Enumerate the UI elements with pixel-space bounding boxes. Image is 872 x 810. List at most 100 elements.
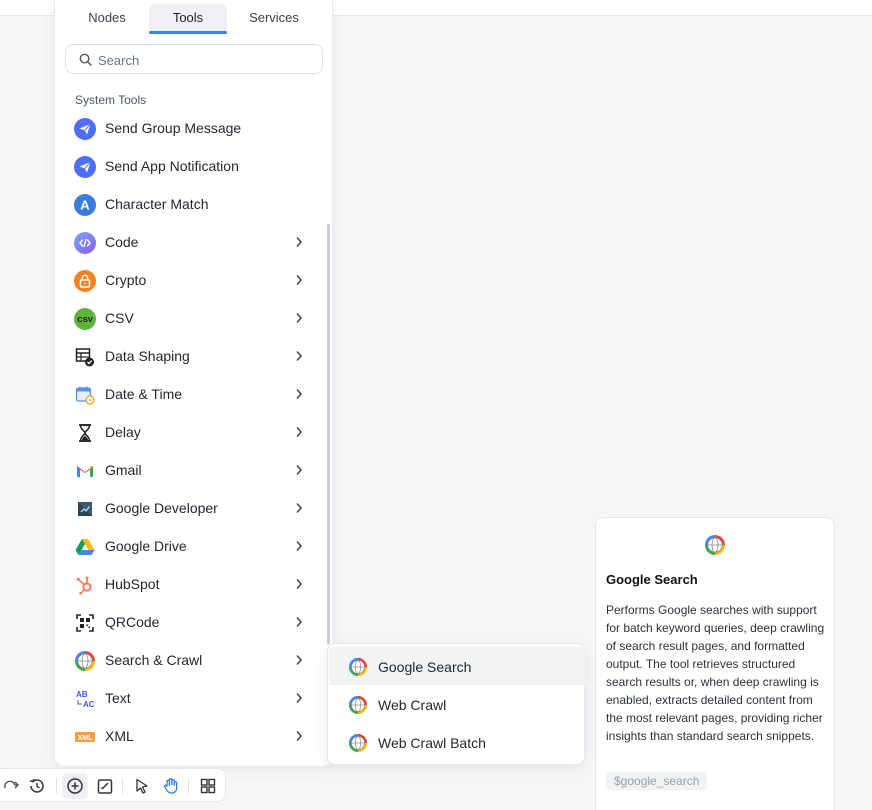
list-item-crypto[interactable]: Crypto [55, 261, 323, 299]
submenu-item-web-crawl[interactable]: Web Crawl [329, 685, 585, 723]
svg-text:CSV: CSV [77, 315, 92, 324]
list-item-label: Google Drive [105, 538, 187, 554]
list-item-code[interactable]: Code [55, 223, 323, 261]
list-item-label: Search & Crawl [105, 652, 203, 668]
send-app-notification-icon [74, 156, 96, 178]
google-developer-icon [78, 502, 92, 516]
list-item-label: Character Match [105, 196, 209, 212]
tab-tools[interactable]: Tools [149, 4, 227, 32]
cursor-icon [136, 778, 148, 794]
list-item-data-shaping[interactable]: Data Shaping [55, 337, 323, 375]
add-node-button[interactable] [62, 773, 88, 799]
grid-layout-icon [200, 778, 216, 794]
list-item-send-group-message[interactable]: Send Group Message [55, 109, 323, 147]
history-icon [29, 778, 44, 793]
chevron-right-icon [296, 579, 303, 589]
globe-icon [75, 651, 95, 671]
list-item-google-developer[interactable]: Google Developer [55, 489, 323, 527]
submenu-item-label: Google Search [378, 659, 472, 675]
chevron-right-icon [296, 503, 303, 513]
list-item-character-match[interactable]: A Character Match [55, 185, 323, 223]
tool-list: Send Group Message Send App Notification… [55, 109, 323, 755]
svg-text:A: A [80, 198, 90, 213]
list-item-hubspot[interactable]: HubSpot [55, 565, 323, 603]
svg-text:XML: XML [78, 735, 94, 742]
list-item-label: XML [105, 728, 134, 744]
calendar-icon [75, 386, 95, 405]
list-item-search-crawl[interactable]: Search & Crawl [55, 641, 323, 679]
redo-button[interactable] [1, 776, 21, 796]
canvas-toolbar [0, 768, 226, 802]
list-item-label: Send Group Message [105, 120, 242, 136]
chevron-right-icon [296, 275, 303, 285]
list-item-qrcode[interactable]: QRCode [55, 603, 323, 641]
globe-icon [348, 695, 368, 715]
preview-title: Google Search [606, 572, 698, 587]
tab-services[interactable]: Services [241, 4, 307, 32]
svg-text:AC: AC [83, 700, 95, 709]
list-item-gmail[interactable]: Gmail [55, 451, 323, 489]
preview-description: Performs Google searches with support fo… [606, 603, 825, 743]
submenu-item-web-crawl-batch[interactable]: Web Crawl Batch [329, 723, 585, 761]
google-drive-icon [75, 539, 95, 555]
add-note-button[interactable] [95, 776, 115, 796]
lock-icon [74, 270, 96, 292]
list-item-date-time[interactable]: Date & Time [55, 375, 323, 413]
list-item-label: HubSpot [105, 576, 160, 592]
list-item-label: Gmail [105, 462, 142, 478]
list-item-text[interactable]: AB AC Text [55, 679, 323, 717]
toolbar-divider [56, 778, 57, 794]
redo-icon [4, 780, 19, 789]
chevron-right-icon [296, 655, 303, 665]
list-item-label: CSV [105, 310, 134, 326]
toolbar-divider [188, 778, 189, 794]
history-button[interactable] [27, 776, 47, 796]
layout-button[interactable] [198, 776, 218, 796]
data-shaping-icon [75, 348, 94, 367]
submenu-item-label: Web Crawl Batch [378, 735, 486, 751]
chevron-right-icon [296, 693, 303, 703]
tab-bar: Nodes Tools Services [55, 0, 332, 36]
section-title: System Tools [75, 93, 147, 107]
list-item-send-app-notification[interactable]: Send App Notification [55, 147, 323, 185]
list-item-delay[interactable]: Delay [55, 413, 323, 451]
pointer-tool-button[interactable] [132, 776, 152, 796]
submenu-item-google-search[interactable]: Google Search [329, 647, 585, 685]
hand-tool-button[interactable] [161, 776, 181, 796]
chevron-right-icon [296, 427, 303, 437]
list-item-google-drive[interactable]: Google Drive [55, 527, 323, 565]
text-icon: AB AC [76, 690, 95, 709]
hourglass-icon [79, 424, 91, 442]
hand-icon [163, 778, 178, 794]
list-item-label: Code [105, 234, 139, 250]
search-icon [79, 53, 92, 66]
chevron-right-icon [296, 617, 303, 627]
chevron-right-icon [296, 465, 303, 475]
search-box [65, 44, 323, 74]
list-item-label: Google Developer [105, 500, 218, 516]
tool-picker-panel: Nodes Tools Services System Tools Send G… [54, 0, 333, 767]
globe-icon [348, 733, 368, 753]
list-item-label: Text [105, 690, 131, 706]
qrcode-icon [76, 614, 94, 632]
gmail-icon [77, 466, 93, 477]
list-item-label: Delay [105, 424, 141, 440]
tab-nodes[interactable]: Nodes [77, 4, 137, 32]
scrollbar[interactable] [327, 224, 330, 644]
list-item-csv[interactable]: CSV CSV [55, 299, 323, 337]
chevron-right-icon [296, 237, 303, 247]
toolbar-divider [122, 778, 123, 794]
chevron-right-icon [296, 351, 303, 361]
preview-tag: $google_search [606, 772, 708, 790]
xml-icon: XML [75, 732, 95, 742]
send-group-message-icon [74, 118, 96, 140]
globe-icon [348, 657, 368, 677]
chevron-right-icon [296, 313, 303, 323]
hubspot-icon [76, 576, 92, 595]
search-input[interactable] [98, 50, 313, 70]
list-item-label: Date & Time [105, 386, 183, 402]
list-item-label: Crypto [105, 272, 147, 288]
note-edit-icon [97, 779, 113, 794]
list-item-xml[interactable]: XML XML [55, 717, 323, 755]
chevron-right-icon [296, 389, 303, 399]
